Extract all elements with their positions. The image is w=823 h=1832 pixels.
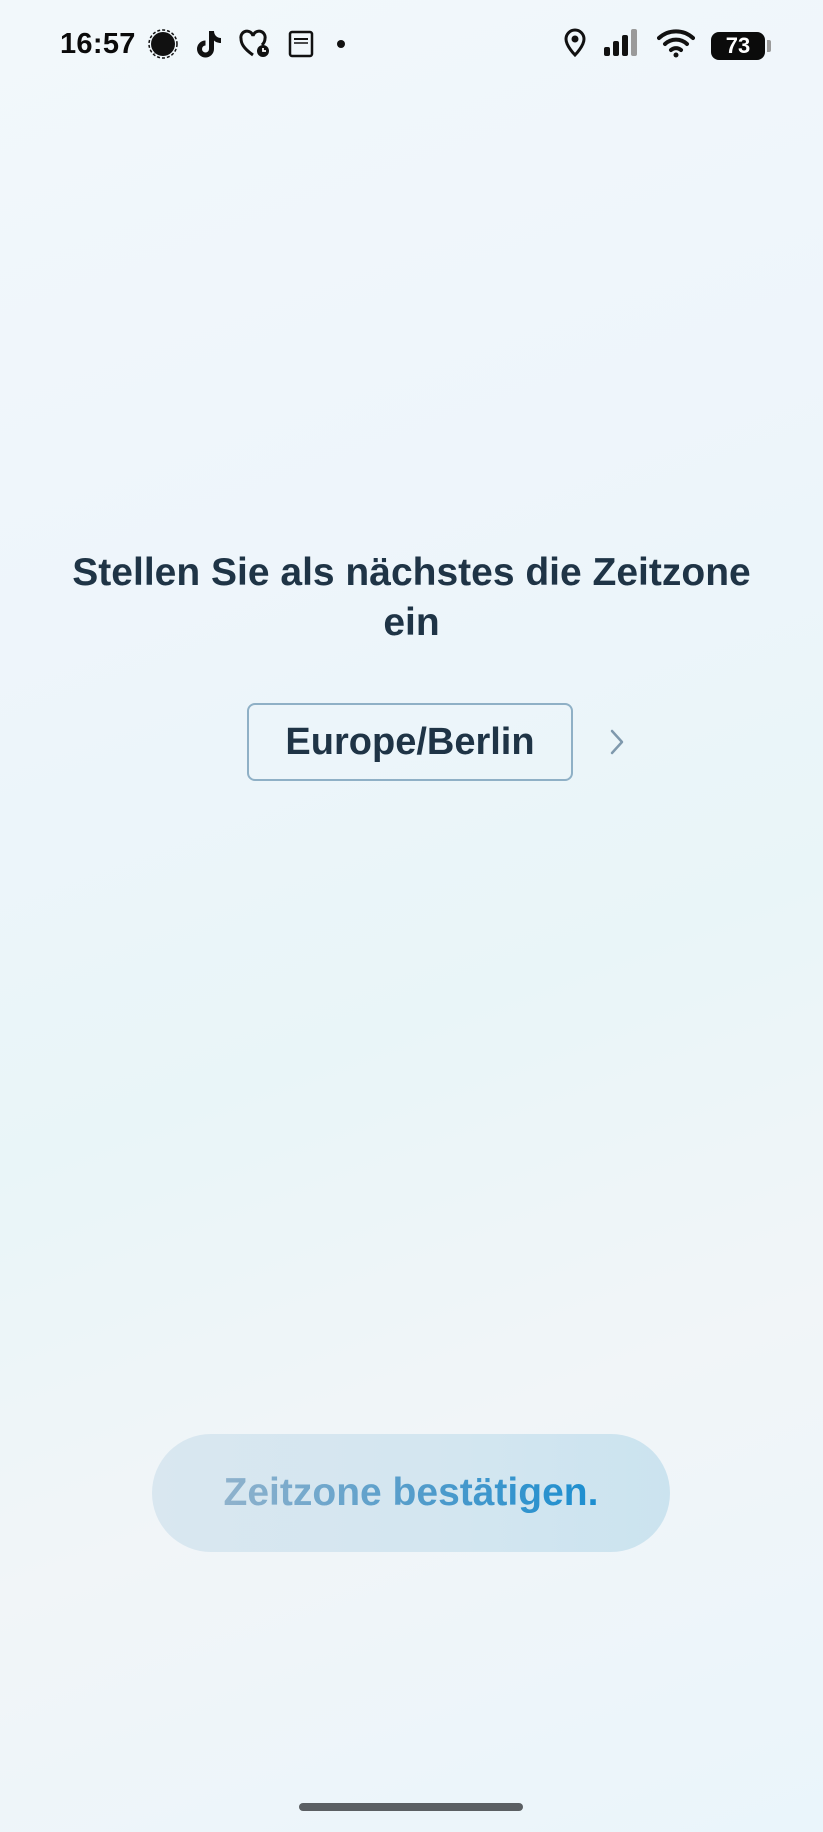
location-icon (563, 28, 587, 63)
battery-icon: 73 (711, 31, 771, 60)
page-title: Stellen Sie als nächstes die Zeitzone ei… (72, 551, 751, 644)
signal-app-icon (147, 28, 179, 60)
battery-level: 73 (725, 32, 751, 58)
chevron-right-icon[interactable] (605, 727, 629, 757)
confirm-timezone-label: Zeitzone bestätigen. (223, 1471, 599, 1514)
status-time: 16:57 (60, 28, 136, 60)
notification-dot-icon (337, 40, 345, 48)
home-indicator[interactable] (299, 1803, 523, 1811)
timezone-selector-row[interactable]: Europe/Berlin (247, 703, 629, 781)
timezone-field[interactable]: Europe/Berlin (247, 703, 573, 781)
cellular-signal-icon (603, 28, 641, 63)
health-icon (239, 28, 271, 60)
status-right-icons: 73 (563, 28, 771, 63)
status-bar: 16:57 73 (0, 0, 823, 95)
tiktok-icon (193, 28, 225, 60)
status-left-icons (147, 28, 345, 60)
wifi-icon (657, 28, 695, 63)
confirm-timezone-button[interactable]: Zeitzone bestätigen. (152, 1434, 670, 1552)
timezone-value: Europe/Berlin (285, 720, 535, 763)
calendar-widget-icon (285, 28, 317, 60)
